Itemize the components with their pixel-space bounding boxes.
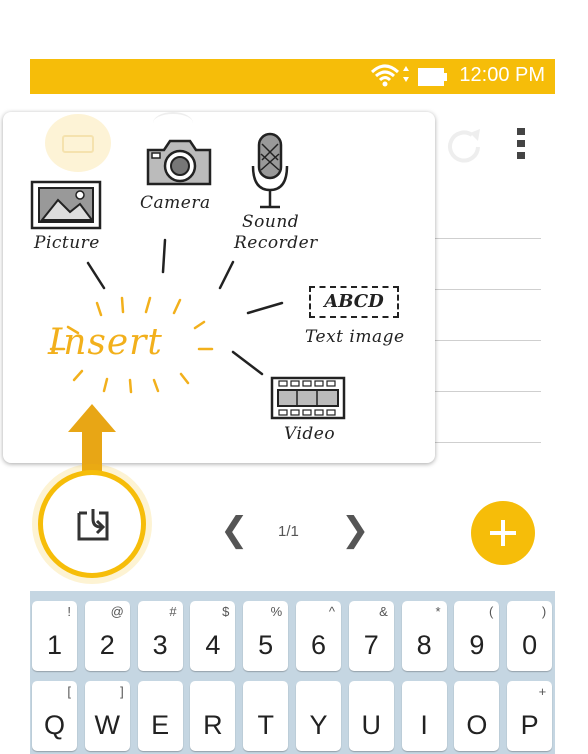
key-5[interactable]: % 5: [243, 601, 289, 671]
insert-icon: [77, 509, 109, 541]
key-secondary-label: ]: [120, 684, 124, 699]
key-o[interactable]: O: [454, 681, 500, 751]
key-y[interactable]: Y: [296, 681, 341, 751]
key-i[interactable]: I: [401, 681, 447, 751]
key-secondary-label: (: [489, 604, 494, 619]
key-q[interactable]: [Q: [32, 681, 77, 751]
key-label: 4: [205, 630, 221, 660]
key-label: E: [151, 710, 170, 740]
key-label: 2: [99, 630, 115, 660]
add-button[interactable]: [471, 501, 535, 565]
page-indicator: 1/1: [278, 523, 299, 540]
key-4[interactable]: $4: [190, 601, 236, 671]
key-label: O: [466, 710, 488, 740]
key-9[interactable]: (9: [454, 601, 500, 671]
key-8[interactable]: * 8: [401, 601, 447, 671]
key-secondary-label: ^: [328, 604, 335, 619]
key-p[interactable]: + P: [507, 681, 553, 751]
next-page-button[interactable]: ❯: [341, 510, 370, 550]
key-secondary-label: %: [270, 604, 283, 619]
key-label: Q: [43, 710, 65, 740]
key-label: I: [420, 710, 428, 740]
key-label: 6: [310, 630, 327, 660]
key-label: W: [94, 710, 121, 740]
key-label: R: [203, 710, 223, 740]
key-7[interactable]: & 7: [348, 601, 394, 671]
keyboard: ! 1 @2 #3 $4% 5 ^ 6 & 7 * 8(9) 0[Q] W E R T Y U I O + P: [30, 591, 555, 754]
key-2[interactable]: @2: [84, 601, 130, 671]
key-secondary-label: [: [67, 684, 71, 699]
key-label: 7: [363, 630, 379, 660]
key-label: 1: [46, 630, 63, 660]
prev-page-button[interactable]: ❮: [220, 510, 249, 550]
key-r[interactable]: R: [190, 681, 236, 751]
key-secondary-label: *: [435, 604, 441, 619]
insert-title: Insert: [48, 322, 163, 363]
key-secondary-label: !: [67, 604, 71, 619]
key-label: 0: [522, 630, 538, 660]
key-secondary-label: #: [169, 604, 177, 619]
plus-icon: [490, 520, 516, 546]
key-secondary-label: @: [110, 604, 124, 619]
key-label: U: [361, 710, 382, 740]
key-w[interactable]: ] W: [84, 681, 130, 751]
key-secondary-label: ): [541, 604, 547, 619]
key-3[interactable]: #3: [137, 601, 183, 671]
key-label: T: [257, 710, 274, 740]
insert-button[interactable]: [38, 470, 146, 578]
key-1[interactable]: ! 1: [32, 601, 77, 671]
key-e[interactable]: E: [137, 681, 183, 751]
key-secondary-label: $: [222, 604, 230, 619]
key-label: 9: [469, 630, 485, 660]
key-secondary-label: +: [538, 684, 547, 699]
key-6[interactable]: ^ 6: [296, 601, 341, 671]
key-secondary-label: &: [379, 604, 388, 619]
key-u[interactable]: U: [348, 681, 394, 751]
key-t[interactable]: T: [243, 681, 289, 751]
key-label: 3: [152, 630, 168, 660]
key-0[interactable]: ) 0: [507, 601, 553, 671]
key-label: 8: [416, 630, 432, 660]
key-label: Y: [309, 710, 328, 740]
key-label: 5: [258, 630, 274, 660]
key-label: P: [520, 710, 539, 740]
